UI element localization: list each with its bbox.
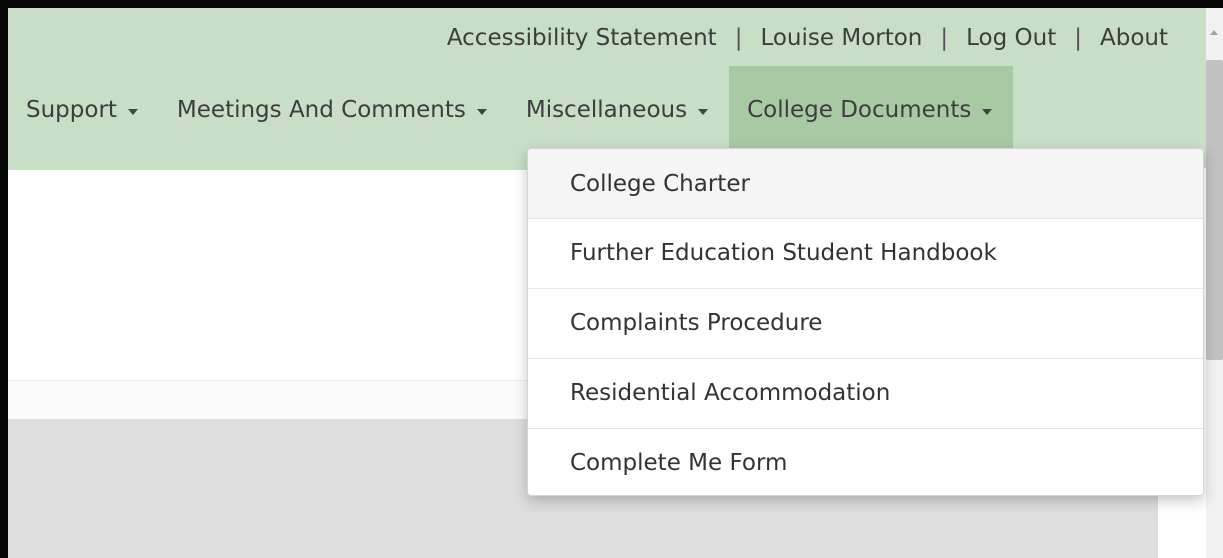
nav-item-label: College Documents (747, 97, 972, 123)
site-header: Accessibility Statement | Louise Morton … (8, 8, 1206, 170)
utility-nav: Accessibility Statement | Louise Morton … (447, 20, 1168, 56)
nav-item-college-documents[interactable]: College Documents (729, 66, 1014, 154)
separator: | (940, 25, 949, 51)
dropdown-item-complete-me-form[interactable]: Complete Me Form (528, 428, 1203, 495)
nav-item-support[interactable]: Support (8, 66, 159, 154)
arrow-up-icon[interactable] (1210, 30, 1218, 35)
dropdown-item-complaints-procedure[interactable]: Complaints Procedure (528, 288, 1203, 357)
nav-item-miscellaneous[interactable]: Miscellaneous (508, 66, 729, 154)
caret-down-icon (476, 108, 487, 115)
main-nav: Support Meetings And Comments Miscellane… (8, 66, 1014, 154)
college-documents-dropdown: College Charter Further Education Studen… (527, 148, 1204, 496)
dropdown-item-college-charter[interactable]: College Charter (528, 149, 1203, 218)
accessibility-statement-link[interactable]: Accessibility Statement (447, 25, 717, 51)
user-name-link[interactable]: Louise Morton (760, 25, 922, 51)
separator: | (734, 25, 743, 51)
caret-down-icon (982, 108, 993, 115)
separator: | (1074, 25, 1082, 51)
scrollbar-thumb[interactable] (1206, 60, 1223, 360)
browser-viewport: Accessibility Statement | Louise Morton … (0, 0, 1223, 558)
dropdown-item-residential-accommodation[interactable]: Residential Accommodation (528, 358, 1203, 427)
nav-item-meetings-and-comments[interactable]: Meetings And Comments (159, 66, 508, 154)
nav-item-label: Miscellaneous (525, 97, 688, 123)
caret-down-icon (127, 108, 138, 115)
nav-item-label: Support (26, 97, 117, 123)
dropdown-item-student-handbook[interactable]: Further Education Student Handbook (528, 218, 1203, 287)
log-out-link[interactable]: Log Out (966, 25, 1056, 51)
caret-down-icon (698, 108, 709, 115)
nav-item-label: Meetings And Comments (176, 97, 466, 123)
